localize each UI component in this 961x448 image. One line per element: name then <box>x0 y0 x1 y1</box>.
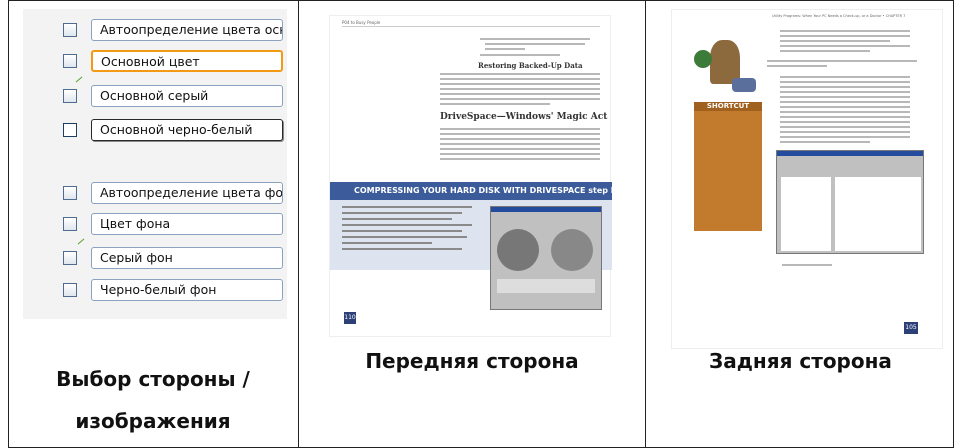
option-row[interactable]: Основной черно-белый <box>23 114 287 146</box>
front-page-thumbnail: P04 to Busy People Restoring Backed-Up D… <box>329 15 644 337</box>
checkbox[interactable] <box>63 23 77 37</box>
checkbox[interactable] <box>63 186 77 200</box>
checkbox[interactable] <box>63 89 77 103</box>
checkbox[interactable] <box>63 123 77 137</box>
page-number: 105 <box>904 322 918 334</box>
caption-back-side: Задняя сторона <box>709 349 892 373</box>
step-banner: COMPRESSING YOUR HARD DISK WITH DRIVESPA… <box>330 182 644 200</box>
column-divider <box>645 1 646 447</box>
option-label: Основной цвет <box>91 50 283 72</box>
section-heading: Restoring Backed-Up Data <box>478 61 583 70</box>
caption-front-side: Передняя сторона <box>365 349 579 373</box>
option-row[interactable]: Основной серый <box>23 80 287 112</box>
dialog-screenshot <box>490 206 602 310</box>
option-row[interactable]: Автоопределение цвета осн <box>23 14 287 46</box>
option-label: Основной серый <box>91 85 283 107</box>
shortcut-title: SHORTCUT <box>694 102 762 111</box>
option-label: Основной черно-белый <box>91 119 283 141</box>
option-label: Серый фон <box>91 247 283 269</box>
column-divider <box>298 1 299 447</box>
option-label: Цвет фона <box>91 213 283 235</box>
checkbox[interactable] <box>63 251 77 265</box>
option-label: Автоопределение цвета фон <box>91 182 283 204</box>
option-label: Автоопределение цвета осн <box>91 19 283 41</box>
checkbox[interactable] <box>63 283 77 297</box>
caption-image: изображения <box>75 409 231 433</box>
option-label: Черно-белый фон <box>91 279 283 301</box>
checkbox[interactable] <box>63 54 77 68</box>
option-row[interactable]: Цвет фона <box>23 208 287 240</box>
page-header: P04 to Busy People <box>342 20 381 25</box>
comparison-table: Автоопределение цвета осн Основной цвет … <box>8 0 954 448</box>
option-row[interactable]: Черно-белый фон <box>23 274 287 306</box>
caption-side-select: Выбор стороны / <box>56 367 250 391</box>
section-heading: DriveSpace—Windows' Magic Act <box>440 112 608 122</box>
option-row[interactable]: Автоопределение цвета фон <box>23 177 287 209</box>
checkbox[interactable] <box>63 217 77 231</box>
option-row[interactable]: Серый фон <box>23 242 287 274</box>
back-page-thumbnail: Utility Programs: When Your PC Needs a C… <box>671 9 943 349</box>
explorer-screenshot <box>776 150 924 254</box>
image-options-panel: Автоопределение цвета осн Основной цвет … <box>23 9 287 319</box>
banner-title: COMPRESSING YOUR HARD DISK WITH DRIVESPA… <box>354 186 645 195</box>
page-number: 110 <box>344 312 356 324</box>
option-row[interactable]: Основной цвет <box>23 45 287 77</box>
page-header: Utility Programs: When Your PC Needs a C… <box>772 14 906 18</box>
